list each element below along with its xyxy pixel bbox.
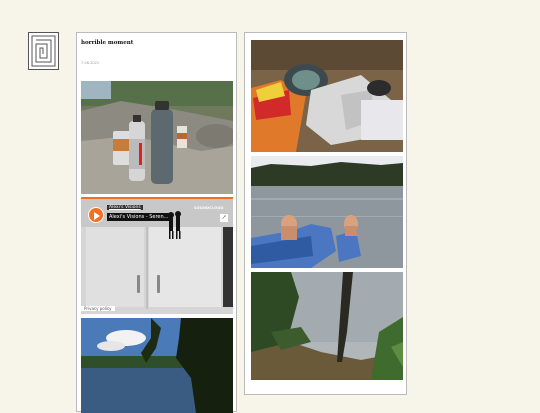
soundcloud-embed[interactable]: Alexi's Visions Alexi's Visions - Seren.…	[81, 197, 233, 314]
soundcloud-user-link[interactable]: Alexi's Visions	[107, 205, 143, 210]
photo-bottles[interactable]	[81, 81, 233, 194]
share-icon[interactable]: ↗	[220, 214, 228, 222]
avatar[interactable]	[28, 32, 59, 70]
photo-gear[interactable]	[251, 40, 403, 152]
soundcloud-track-title[interactable]: Alexi's Visions - Seren...	[107, 213, 171, 221]
privacy-policy-link[interactable]: Privacy policy	[81, 306, 115, 311]
post-card-photos	[244, 32, 407, 395]
post-date[interactable]: 7-06-2021	[81, 61, 99, 65]
post-card: horrible moment 7-06-2021 Alexi's Vision…	[76, 32, 237, 413]
maze-logo-icon	[31, 35, 56, 67]
photo-shore-trees[interactable]	[251, 272, 403, 380]
photo-feet-lake[interactable]	[251, 156, 403, 268]
photo-lake-sky[interactable]	[81, 318, 233, 413]
play-icon[interactable]	[88, 207, 104, 223]
soundcloud-logo[interactable]: SOUNDCLOUD	[194, 206, 224, 210]
post-title[interactable]: horrible moment	[81, 40, 133, 46]
embed-accent-bar	[81, 197, 233, 199]
